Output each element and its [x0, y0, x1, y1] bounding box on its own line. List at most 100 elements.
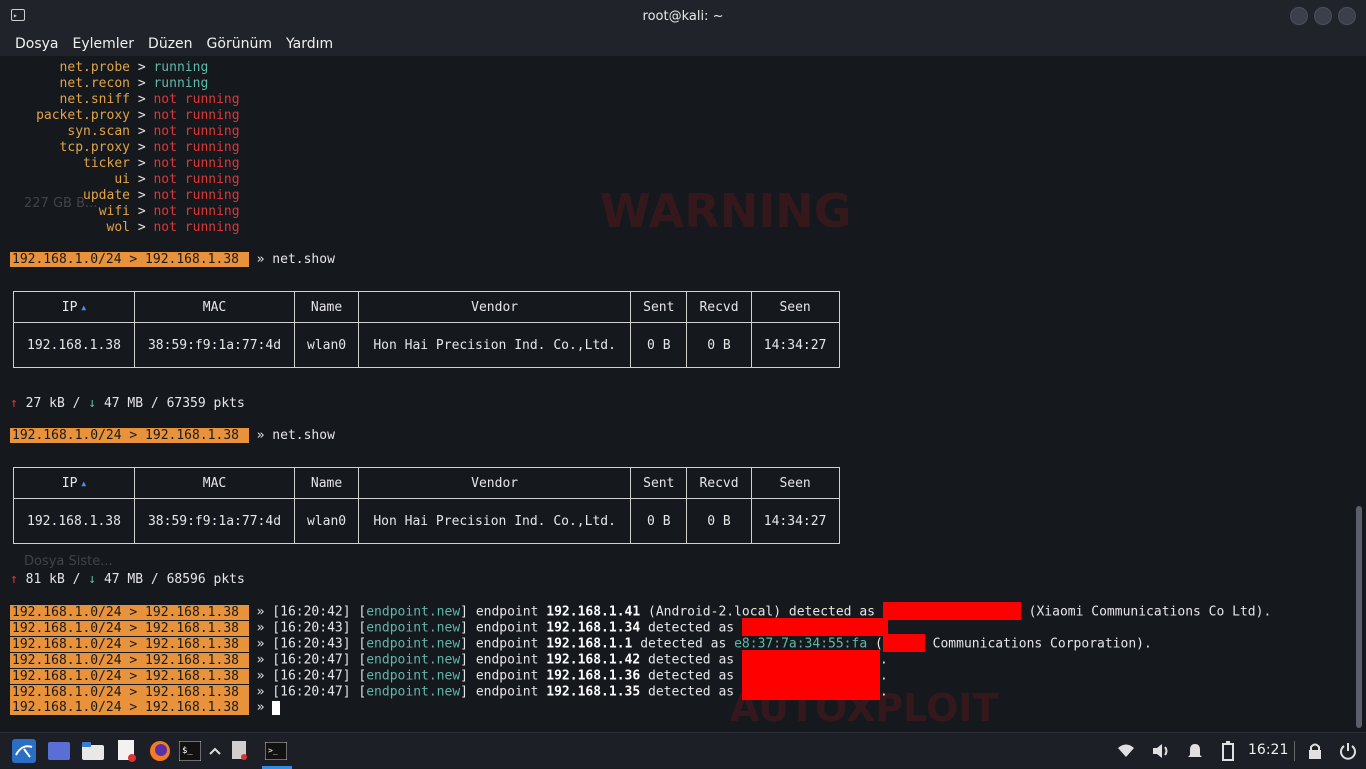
battery-icon[interactable]: [1216, 739, 1240, 763]
menu-dosya[interactable]: Dosya: [15, 36, 59, 52]
col-seen: Seen: [750, 467, 840, 499]
menu-duzen[interactable]: Düzen: [148, 36, 193, 52]
svg-text:$_: $_: [182, 746, 193, 756]
file-manager-icon[interactable]: [81, 739, 105, 763]
module-line: ui > not running: [114, 172, 240, 187]
terminal-output[interactable]: WARNING AUTOXPLOIT 227 GB B... Dosya Sis…: [0, 56, 1366, 732]
event-line: 192.168.1.0/24 > 192.168.1.38 » [16:20:4…: [10, 618, 888, 636]
table-row: 192.168.1.38 38:59:f9:1a:77:4d wlan0 Hon…: [13, 498, 840, 544]
col-recvd: Recvd: [686, 467, 752, 499]
module-line: tcp.proxy > not running: [59, 140, 240, 155]
scrollbar[interactable]: [1356, 56, 1362, 732]
power-icon[interactable]: [1336, 739, 1360, 763]
module-line: net.probe > running: [59, 60, 209, 75]
menu-yardim[interactable]: Yardım: [286, 36, 333, 52]
col-sent: Sent: [630, 467, 688, 499]
cell-sent: 0 B: [630, 322, 688, 368]
bg-warning-text: WARNING: [600, 184, 852, 238]
cell-sent: 0 B: [630, 498, 688, 544]
module-line: packet.proxy > not running: [36, 108, 240, 123]
cell-recvd: 0 B: [686, 322, 752, 368]
redaction-box: [882, 602, 1021, 620]
download-arrow-icon: ↓: [88, 572, 97, 587]
redaction-box: [741, 682, 880, 700]
col-recvd: Recvd: [686, 291, 752, 323]
text-cursor: [272, 700, 281, 715]
cell-name: wlan0: [293, 498, 360, 544]
cell-mac: 38:59:f9:1a:77:4d: [134, 322, 295, 368]
event-line: 192.168.1.0/24 > 192.168.1.38 » [16:20:4…: [10, 634, 1152, 652]
title-bar: ▸ root@kali: ~: [0, 0, 1366, 32]
document-icon[interactable]: [228, 739, 252, 763]
col-vendor: Vendor: [358, 467, 632, 499]
stats-line: ↑ 27 kB / ↓ 47 MB / 67359 pkts: [10, 396, 245, 411]
prompt: 192.168.1.0/24 > 192.168.1.38: [10, 428, 249, 443]
event-line: 192.168.1.0/24 > 192.168.1.38 » [16:20:4…: [10, 682, 888, 700]
col-sent: Sent: [630, 291, 688, 323]
sort-asc-icon: ▲: [81, 478, 87, 488]
taskbar: $_ >_ 16:21: [0, 732, 1366, 769]
module-line: wifi > not running: [98, 204, 240, 219]
module-line: net.recon > running: [59, 76, 209, 91]
menu-bar: Dosya Eylemler Düzen Görünüm Yardım: [0, 32, 1366, 56]
stats-line: ↑ 81 kB / ↓ 47 MB / 68596 pkts: [10, 572, 245, 587]
net-table: IP ▲ MAC Name Vendor Sent Recvd Seen 192.…: [13, 467, 840, 544]
text-editor-icon[interactable]: [115, 739, 139, 763]
net-table: IP ▲ MAC Name Vendor Sent Recvd Seen 192.…: [13, 291, 840, 368]
col-name: Name: [293, 291, 360, 323]
upload-arrow-icon: ↑: [10, 396, 18, 411]
scrollbar-thumb[interactable]: [1356, 506, 1362, 728]
volume-icon[interactable]: [1149, 739, 1173, 763]
col-ip: IP ▲: [13, 467, 135, 499]
chevron-up-icon[interactable]: [203, 739, 227, 763]
module-line: net.sniff > not running: [59, 92, 240, 107]
upload-arrow-icon: ↑: [10, 572, 18, 587]
cell-name: wlan0: [293, 322, 360, 368]
cell-seen: 14:34:27: [750, 322, 840, 368]
terminal-icon[interactable]: ▸: [11, 9, 25, 21]
col-ip: IP ▲: [13, 291, 135, 323]
command-line: 192.168.1.0/24 > 192.168.1.38 » net.show: [10, 428, 335, 443]
desktop-icon[interactable]: [47, 739, 71, 763]
prompt: 192.168.1.0/24 > 192.168.1.38: [10, 252, 249, 267]
lock-icon[interactable]: [1303, 739, 1327, 763]
cell-vendor: Hon Hai Precision Ind. Co.,Ltd.: [358, 498, 632, 544]
menu-gorunum[interactable]: Görünüm: [207, 36, 272, 52]
input-line[interactable]: 192.168.1.0/24 > 192.168.1.38 »: [10, 700, 281, 716]
cell-ip: 192.168.1.38: [13, 322, 135, 368]
col-mac: MAC: [134, 467, 295, 499]
close-button[interactable]: [1338, 7, 1356, 25]
download-arrow-icon: ↓: [88, 396, 97, 411]
cell-ip: 192.168.1.38: [13, 498, 135, 544]
bg-fs-text: Dosya Siste...: [24, 554, 113, 569]
terminal-launcher-icon[interactable]: $_: [178, 739, 202, 763]
maximize-button[interactable]: [1314, 7, 1332, 25]
window-title: root@kali: ~: [642, 8, 724, 24]
notification-bell-icon[interactable]: [1183, 739, 1207, 763]
module-line: wol > not running: [106, 220, 240, 235]
clock[interactable]: 16:21: [1248, 742, 1288, 758]
table-row: 192.168.1.38 38:59:f9:1a:77:4d wlan0 Hon…: [13, 322, 840, 368]
command-line: 192.168.1.0/24 > 192.168.1.38 » net.show: [10, 252, 335, 267]
cell-mac: 38:59:f9:1a:77:4d: [134, 498, 295, 544]
col-vendor: Vendor: [358, 291, 632, 323]
col-name: Name: [293, 467, 360, 499]
cell-seen: 14:34:27: [750, 498, 840, 544]
wifi-icon[interactable]: [1114, 739, 1138, 763]
col-seen: Seen: [750, 291, 840, 323]
taskbar-divider: [1294, 741, 1295, 761]
redaction-box: [741, 618, 888, 636]
svg-text:>_: >_: [268, 746, 278, 755]
col-mac: MAC: [134, 291, 295, 323]
minimize-button[interactable]: [1290, 7, 1308, 25]
module-line: ticker > not running: [83, 156, 240, 171]
cell-recvd: 0 B: [686, 498, 752, 544]
terminal-task-icon[interactable]: >_: [264, 739, 288, 763]
menu-eylemler[interactable]: Eylemler: [73, 36, 135, 52]
cell-vendor: Hon Hai Precision Ind. Co.,Ltd.: [358, 322, 632, 368]
firefox-icon[interactable]: [148, 739, 172, 763]
kali-menu-icon[interactable]: [12, 739, 36, 763]
sort-asc-icon: ▲: [81, 302, 87, 312]
event-line: 192.168.1.0/24 > 192.168.1.38 » [16:20:4…: [10, 602, 1271, 620]
module-line: update > not running: [83, 188, 240, 203]
